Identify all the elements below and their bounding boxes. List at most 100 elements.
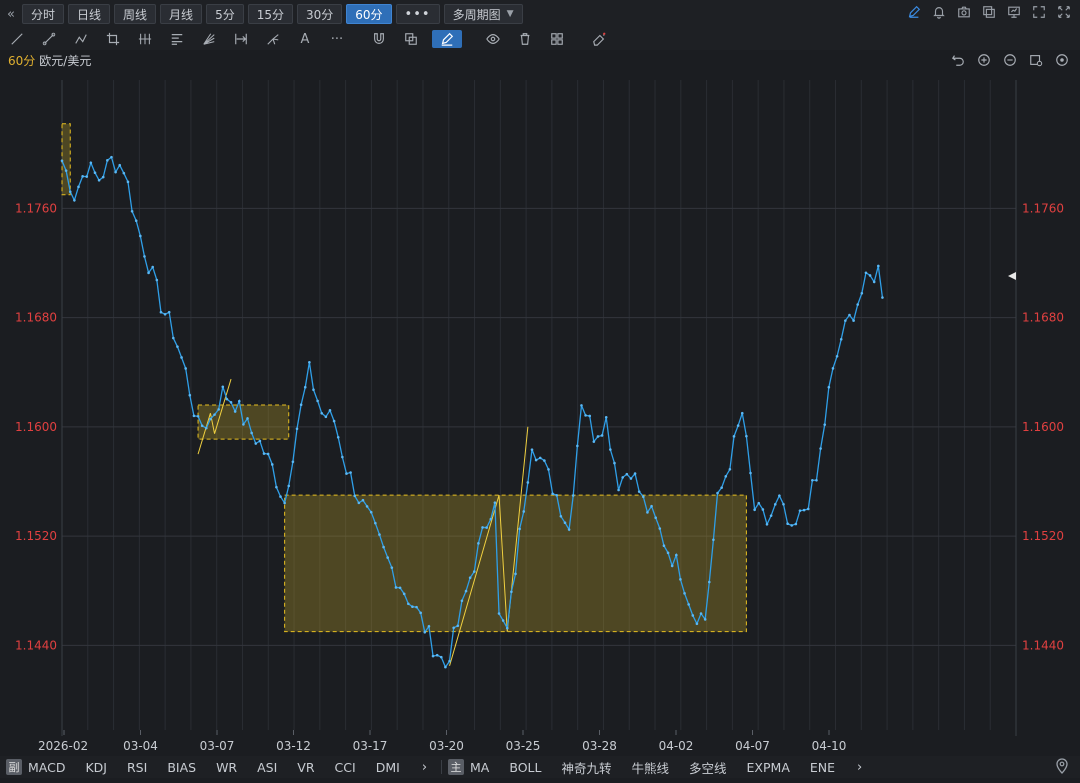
expand-icon[interactable] — [1031, 4, 1047, 20]
price-point — [460, 599, 464, 603]
price-point — [745, 434, 748, 438]
timeframe-daily[interactable]: 日线 — [68, 4, 111, 24]
price-point — [642, 495, 645, 499]
camera-icon[interactable] — [956, 4, 972, 20]
indicator-long-short[interactable]: 多空线 — [689, 758, 727, 777]
indicator-asi[interactable]: ASI — [257, 760, 277, 775]
pen-icon[interactable] — [432, 30, 462, 48]
price-point — [815, 478, 818, 482]
indicator-wr[interactable]: WR — [216, 760, 237, 775]
monitor-icon[interactable] — [1006, 4, 1022, 20]
text-tool-icon[interactable]: A — [294, 30, 316, 48]
timeframe-15min[interactable]: 15分 — [247, 4, 293, 24]
price-point — [147, 271, 150, 275]
target-icon[interactable] — [1054, 52, 1070, 68]
price-point — [613, 461, 616, 465]
price-point — [122, 171, 126, 175]
price-point — [361, 498, 365, 502]
price-point — [650, 504, 653, 508]
timeframe-5min[interactable]: 5分 — [206, 4, 244, 24]
parallel-tool-icon[interactable] — [134, 30, 156, 48]
crop-tool-icon[interactable] — [102, 30, 124, 48]
price-point — [806, 507, 810, 511]
last-price-marker — [1008, 272, 1016, 280]
price-point — [732, 435, 736, 438]
price-point — [604, 416, 608, 419]
copy-icon[interactable] — [981, 4, 997, 20]
top-right-tools — [906, 4, 1072, 20]
date-label: 03-28 — [582, 739, 617, 753]
indicator-rsi[interactable]: RSI — [127, 760, 147, 775]
magnet-icon[interactable] — [368, 30, 390, 48]
price-point — [547, 468, 550, 471]
zoom-in-icon[interactable] — [976, 52, 992, 68]
zoom-out-icon[interactable] — [1002, 52, 1018, 68]
pitchfork-tool-icon[interactable] — [262, 30, 284, 48]
fan-tool-icon[interactable] — [198, 30, 220, 48]
indicator-dmi[interactable]: DMI — [376, 760, 400, 775]
price-point — [877, 264, 880, 268]
price-point — [365, 505, 369, 508]
main-indicators-next-button[interactable]: › — [857, 760, 862, 775]
grid-icon[interactable] — [546, 30, 568, 48]
price-point — [262, 452, 266, 455]
price-point — [584, 414, 587, 417]
edit-icon[interactable] — [906, 4, 922, 20]
price-point — [242, 423, 245, 426]
price-point — [856, 303, 860, 306]
price-point — [439, 655, 443, 659]
indicator-ene[interactable]: ENE — [810, 760, 835, 775]
price-point — [324, 415, 328, 419]
more-periods-button[interactable]: ••• — [395, 4, 440, 24]
price-point — [493, 501, 497, 504]
price-point — [106, 159, 109, 162]
settings-icon[interactable] — [1028, 52, 1044, 68]
price-point — [163, 312, 167, 316]
timeframe-intraday[interactable]: 分时 — [22, 4, 65, 24]
price-point — [844, 319, 847, 322]
eraser-icon[interactable] — [588, 30, 610, 48]
collapse-sidebar-button[interactable]: « — [0, 0, 22, 28]
location-pin-icon[interactable] — [1054, 758, 1070, 774]
more-tool-icon[interactable]: ··· — [326, 30, 348, 48]
price-point — [518, 527, 521, 531]
indicator-boll[interactable]: BOLL — [509, 760, 541, 775]
fullscreen-icon[interactable] — [1056, 4, 1072, 20]
timeframe-60min[interactable]: 60分 — [346, 4, 392, 24]
timeframe-30min[interactable]: 30分 — [296, 4, 343, 24]
price-point — [543, 459, 546, 462]
layers-icon[interactable] — [400, 30, 422, 48]
ray-tool-icon[interactable] — [38, 30, 60, 48]
indicator-vr[interactable]: VR — [297, 760, 314, 775]
bell-icon[interactable] — [931, 4, 947, 20]
eye-icon[interactable] — [482, 30, 504, 48]
price-point — [571, 494, 575, 497]
indicator-kdj[interactable]: KDJ — [85, 760, 107, 775]
timeframe-monthly[interactable]: 月线 — [160, 4, 203, 24]
trash-icon[interactable] — [514, 30, 536, 48]
indicator-ma[interactable]: MA — [470, 760, 489, 775]
price-chart[interactable]: 1.1760 1.1760 1.1680 1.1680 1.1600 1.1600 1.15… — [0, 70, 1080, 755]
timeframe-weekly[interactable]: 周线 — [114, 4, 157, 24]
indicator-bias[interactable]: BIAS — [167, 760, 196, 775]
range-tool-icon[interactable] — [230, 30, 252, 48]
price-point — [452, 626, 455, 630]
sub-indicators-next-button[interactable]: › — [422, 760, 427, 775]
multi-period-dropdown[interactable]: 多周期图 ▼ — [443, 4, 523, 24]
price-point — [600, 434, 604, 437]
fib-tool-icon[interactable] — [166, 30, 188, 48]
line-tool-icon[interactable] — [6, 30, 28, 48]
price-point — [679, 578, 682, 581]
indicator-cci[interactable]: CCI — [335, 760, 356, 775]
price-point — [534, 458, 538, 462]
symbol-name: 欧元/美元 — [39, 54, 92, 68]
timeframe-group: 分时 日线 周线 月线 5分 15分 30分 60分 — [22, 4, 396, 24]
polyline-tool-icon[interactable] — [70, 30, 92, 48]
undo-icon[interactable] — [950, 52, 966, 68]
indicator-magic-nine[interactable]: 神奇九转 — [561, 758, 611, 777]
price-point — [514, 572, 517, 576]
indicator-expma[interactable]: EXPMA — [747, 760, 790, 775]
price-point — [77, 185, 80, 189]
indicator-bull-bear[interactable]: 牛熊线 — [632, 758, 670, 777]
indicator-macd[interactable]: MACD — [28, 760, 65, 775]
